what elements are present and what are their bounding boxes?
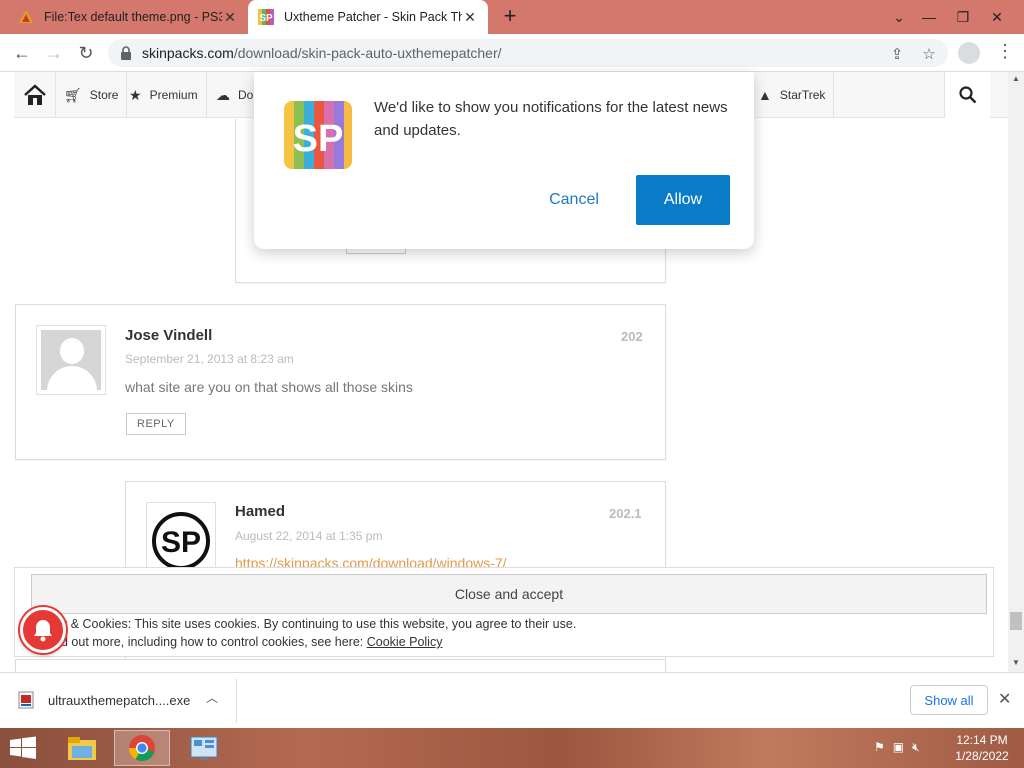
url-host: skinpacks.com	[142, 45, 234, 61]
cookie-banner: Close and accept y & Cookies: This site …	[14, 567, 994, 657]
kebab-menu-icon[interactable]: ⋮	[996, 42, 1014, 64]
notification-bell-button[interactable]	[20, 607, 66, 653]
cloud-download-icon: ☁	[216, 86, 230, 103]
comment-text: what site are you on that shows all thos…	[125, 379, 413, 395]
tab-search-chevron-icon[interactable]: ⌄	[882, 0, 916, 34]
taskbar-clock[interactable]: 12:14 PM 1/28/2022	[950, 732, 1014, 764]
volume-muted-icon[interactable]: 🔇︎	[912, 740, 920, 755]
avatar: SP	[146, 502, 216, 572]
restore-button[interactable]: ❐	[946, 0, 980, 34]
system-tray: ⚑ ▣ 🔇︎	[874, 740, 920, 755]
chevron-up-icon[interactable]: ︿	[206, 689, 218, 706]
divider	[236, 679, 237, 723]
forward-arrow-icon[interactable]: →	[40, 40, 68, 66]
svg-text:SP: SP	[259, 13, 273, 24]
star-icon: ★	[129, 86, 142, 103]
download-filename: ultrauxthemepatch....exe	[48, 692, 191, 708]
notification-permission-popup: SP We'd like to show you notifications f…	[254, 72, 754, 249]
bookmark-star-icon[interactable]: ☆	[920, 45, 938, 63]
skinpacks-favicon-icon: SP	[258, 9, 274, 25]
page-scrollbar[interactable]: ▲ ▼	[1008, 72, 1024, 672]
tab-file-tex-default-theme[interactable]: File:Tex default theme.png - PS3 ✕	[8, 0, 248, 34]
close-window-button[interactable]: ✕	[980, 0, 1014, 34]
network-icon[interactable]: ▣	[893, 740, 904, 755]
comment-card-partial-bottom	[15, 659, 666, 672]
nav-item-label: Premium	[149, 88, 198, 102]
comment-author[interactable]: Hamed	[235, 503, 285, 520]
tab-close-icon[interactable]: ✕	[222, 9, 238, 26]
clock-time: 12:14 PM	[956, 733, 1008, 747]
house-icon	[23, 84, 46, 105]
bell-icon	[34, 620, 52, 642]
cookie-notice-text: d out more, including how to control coo…	[61, 635, 367, 649]
comment-date[interactable]: August 22, 2014 at 1:35 pm	[235, 529, 382, 543]
allow-button[interactable]: Allow	[636, 175, 730, 225]
comment-card-jose-vindell: Jose Vindell September 21, 2013 at 8:23 …	[15, 304, 666, 460]
nav-item-label: StarTrek	[779, 88, 826, 102]
profile-avatar-icon[interactable]	[958, 42, 980, 64]
default-avatar-icon	[41, 330, 101, 390]
taskbar-chrome[interactable]	[114, 730, 170, 766]
taskbar-control-panel[interactable]	[176, 730, 232, 766]
clock-date: 1/28/2022	[955, 749, 1009, 763]
rocket-icon: ▲	[758, 87, 772, 103]
url-text: skinpacks.com/download/skin-pack-auto-ux…	[142, 45, 502, 61]
action-center-flag-icon[interactable]: ⚑	[874, 740, 885, 755]
download-item[interactable]: ultrauxthemepatch....exe	[18, 689, 190, 711]
search-icon	[958, 86, 976, 104]
reload-icon[interactable]: ↻	[72, 40, 100, 66]
cancel-button[interactable]: Cancel	[534, 175, 614, 225]
cart-icon: 🛒︎	[64, 86, 82, 103]
windows-start-icon[interactable]	[8, 736, 38, 760]
browser-toolbar: ← → ↻ skinpacks.com/download/skin-pack-a…	[0, 34, 1024, 72]
avatar-text: SP	[161, 526, 201, 559]
lock-icon	[121, 46, 131, 60]
cookie-policy-link[interactable]: Cookie Policy	[367, 635, 443, 649]
show-all-button[interactable]: Show all	[910, 685, 988, 715]
wiki-favicon-icon	[19, 10, 33, 23]
tab-strip: File:Tex default theme.png - PS3 ✕ SP Ux…	[0, 0, 1024, 34]
chrome-icon	[129, 735, 155, 761]
back-arrow-icon[interactable]: ←	[8, 40, 36, 66]
close-icon[interactable]: ✕	[998, 689, 1011, 709]
scroll-down-icon[interactable]: ▼	[1011, 658, 1021, 668]
tab-title: File:Tex default theme.png - PS3	[44, 10, 222, 24]
skinpacks-logo: SP	[284, 101, 352, 169]
notification-message: We'd like to show you notifications for …	[374, 99, 728, 139]
tab-close-icon[interactable]: ✕	[462, 9, 478, 26]
home-icon[interactable]	[14, 72, 56, 118]
comment-number: 202	[621, 329, 643, 344]
close-and-accept-button[interactable]: Close and accept	[31, 574, 987, 614]
address-bar[interactable]: skinpacks.com/download/skin-pack-auto-ux…	[108, 39, 948, 67]
tab-uxtheme-patcher[interactable]: SP Uxtheme Patcher - Skin Pack The ✕	[248, 0, 488, 34]
nav-item-label: Store	[89, 88, 119, 102]
logo-text: SP	[293, 118, 344, 160]
reply-button[interactable]: REPLY	[126, 413, 186, 435]
download-bar: ultrauxthemepatch....exe ︿ Show all ✕	[0, 672, 1024, 728]
nav-item-premium[interactable]: ★ Premium	[121, 72, 207, 118]
nav-item-label: Do	[238, 88, 254, 102]
windows-taskbar: ⚑ ▣ 🔇︎ 12:14 PM 1/28/2022	[0, 728, 1024, 768]
new-tab-button[interactable]: +	[498, 5, 522, 29]
tab-title: Uxtheme Patcher - Skin Pack The	[284, 10, 462, 24]
scroll-up-icon[interactable]: ▲	[1011, 74, 1021, 84]
url-path: /download/skin-pack-auto-uxthemepatcher/	[233, 45, 502, 61]
nav-item-store[interactable]: 🛒︎ Store	[56, 72, 128, 118]
nav-item-startrek[interactable]: ▲ StarTrek	[750, 72, 835, 118]
exe-file-icon	[18, 691, 34, 709]
taskbar-file-explorer[interactable]	[54, 730, 110, 766]
scroll-thumb[interactable]	[1010, 612, 1022, 630]
comment-date[interactable]: September 21, 2013 at 8:23 am	[125, 352, 294, 366]
comment-author[interactable]: Jose Vindell	[125, 327, 212, 344]
cookie-notice-line-1: y & Cookies: This site uses cookies. By …	[61, 617, 577, 631]
site-search-button[interactable]	[944, 72, 990, 118]
sp-logo-avatar-icon: SP	[152, 512, 210, 570]
cookie-notice-line-2: d out more, including how to control coo…	[61, 635, 442, 649]
minimize-button[interactable]: —	[912, 0, 946, 34]
control-panel-icon	[190, 736, 218, 760]
comment-number: 202.1	[609, 506, 642, 521]
avatar	[36, 325, 106, 395]
share-icon[interactable]: ⇪	[888, 45, 906, 63]
folder-icon	[68, 737, 96, 760]
